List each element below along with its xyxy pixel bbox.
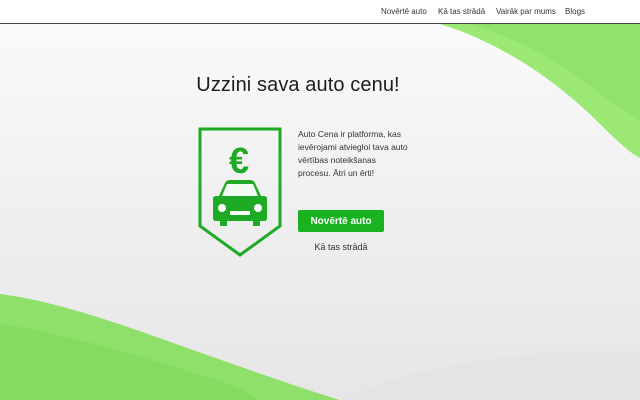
hero-description: Auto Cena ir platforma, kas ievērojami a… [298, 129, 408, 178]
car-icon [213, 180, 267, 226]
top-navigation-bar: Novērtē auto Kā tas strādā Vairāk par mu… [0, 0, 640, 24]
nav-item-vairak-par-mums[interactable]: Vairāk par mums [496, 7, 566, 16]
euro-icon: € [229, 140, 249, 181]
nav-item-novertet-auto[interactable]: Novērtē auto [381, 7, 441, 16]
hero-section: Uzzini sava auto cenu! € Auto Cena ir pl… [0, 24, 640, 400]
nav-item-ka-tas-strada[interactable]: Kā tas strādā [438, 7, 498, 16]
price-tag-badge: € [198, 127, 282, 257]
page-title: Uzzini sava auto cenu! [196, 74, 400, 96]
value-car-button[interactable]: Novērtē auto [298, 210, 384, 232]
nav-item-blogs[interactable]: Blogs [565, 7, 605, 16]
how-it-works-link[interactable]: Kā tas strādā [298, 242, 384, 252]
